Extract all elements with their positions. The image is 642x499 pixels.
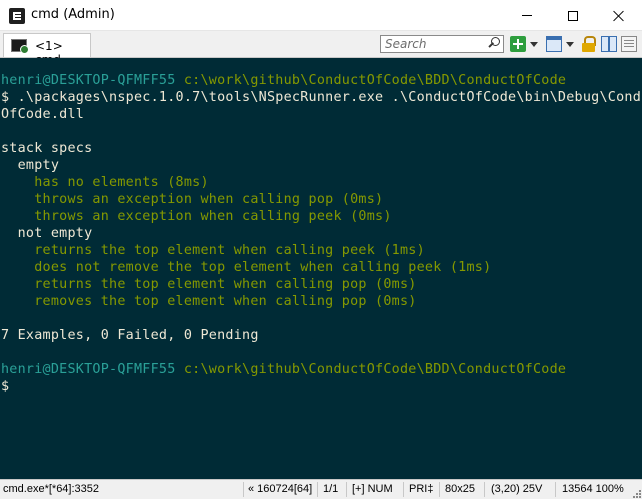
minimize-icon xyxy=(522,15,532,16)
window-icon[interactable] xyxy=(546,36,562,52)
status-flags: [+] NUM xyxy=(352,483,393,495)
terminal-line: throws an exception when calling peek (0… xyxy=(1,208,392,225)
search-input[interactable] xyxy=(381,36,487,52)
status-divider xyxy=(439,482,440,497)
lock-icon[interactable] xyxy=(581,36,597,52)
terminal-text: does not remove the top element when cal… xyxy=(1,260,492,275)
terminal-line: empty xyxy=(1,157,59,174)
toolbar: <1> cmd xyxy=(0,31,642,67)
terminal-text: henri@DESKTOP-QFMFF55 xyxy=(1,362,184,377)
terminal-text: stack specs xyxy=(1,141,93,156)
terminal-line: OfCode.dll xyxy=(1,106,84,123)
terminal-line: returns the top element when calling pee… xyxy=(1,242,425,259)
terminal-line: $ .\packages\nspec.1.0.7\tools\NSpecRunn… xyxy=(1,89,642,106)
status-bar: cmd.exe*[*64]:3352 « 160724[64] 1/1 [+] … xyxy=(0,479,642,499)
search-box[interactable] xyxy=(380,35,504,53)
new-console-icon[interactable] xyxy=(510,36,526,52)
resize-grip-icon[interactable] xyxy=(631,488,641,498)
terminal-line: 7 Examples, 0 Failed, 0 Pending xyxy=(1,327,259,344)
status-divider xyxy=(403,482,404,497)
terminal-text: $ xyxy=(1,379,10,394)
title-bar[interactable]: cmd (Admin) xyxy=(0,0,642,31)
status-priority: PRI‡ xyxy=(409,483,434,495)
terminal-line: stack specs xyxy=(1,140,92,157)
terminal-text: henri@DESKTOP-QFMFF55 xyxy=(1,73,184,88)
terminal-text: has no elements (8ms) xyxy=(1,175,209,190)
close-button[interactable] xyxy=(596,0,642,31)
terminal-line: henri@DESKTOP-QFMFF55 c:\work\github\Con… xyxy=(1,72,566,89)
status-process: cmd.exe*[*64]:3352 xyxy=(3,483,100,495)
maximize-icon xyxy=(568,10,578,21)
status-pid-zoom: 13564 100% xyxy=(562,483,624,495)
status-console-index: 1/1 xyxy=(323,483,339,495)
terminal-line: not empty xyxy=(1,225,93,242)
status-buffer: « 160724[64] xyxy=(248,483,313,495)
tab-cmd[interactable]: <1> cmd xyxy=(3,33,91,67)
terminal-output[interactable]: henri@DESKTOP-QFMFF55 c:\work\github\Con… xyxy=(0,58,642,479)
console-tab-icon xyxy=(11,39,29,54)
terminal-text: 7 Examples, 0 Failed, 0 Pending xyxy=(1,328,259,343)
maximize-button[interactable] xyxy=(550,0,596,31)
status-divider xyxy=(555,482,556,497)
status-divider xyxy=(484,482,485,497)
window-title: cmd (Admin) xyxy=(31,7,115,22)
terminal-line: throws an exception when calling pop (0m… xyxy=(1,191,383,208)
terminal-text: empty xyxy=(1,158,60,173)
terminal-text: not empty xyxy=(1,226,93,241)
terminal-line: henri@DESKTOP-QFMFF55 c:\work\github\Con… xyxy=(1,361,566,378)
minimize-button[interactable] xyxy=(504,0,550,31)
status-divider xyxy=(243,482,244,497)
search-icon[interactable] xyxy=(487,37,500,50)
close-icon xyxy=(613,10,625,22)
status-divider xyxy=(317,482,318,497)
menu-icon[interactable] xyxy=(621,36,637,52)
split-view-icon[interactable] xyxy=(601,36,617,52)
status-size: 80x25 xyxy=(445,483,475,495)
terminal-text: c:\work\github\ConductOfCode\BDD\Conduct… xyxy=(183,362,567,377)
terminal-line: has no elements (8ms) xyxy=(1,174,209,191)
terminal-line: returns the top element when calling pop… xyxy=(1,276,417,293)
terminal-text: removes the top element when calling pop… xyxy=(1,294,417,309)
terminal-text: throws an exception when calling peek (0… xyxy=(1,209,392,224)
terminal-text: c:\work\github\ConductOfCode\BDD\Conduct… xyxy=(183,73,567,88)
terminal-text: returns the top element when calling pee… xyxy=(1,243,425,258)
terminal-line: removes the top element when calling pop… xyxy=(1,293,417,310)
window-dropdown-icon[interactable] xyxy=(566,42,574,47)
terminal-text: OfCode.dll xyxy=(1,107,85,122)
terminal-line: does not remove the top element when cal… xyxy=(1,259,491,276)
status-cursor: (3,20) 25V xyxy=(491,483,543,495)
console-app-icon[interactable] xyxy=(9,8,25,24)
status-divider xyxy=(346,482,347,497)
terminal-text: returns the top element when calling pop… xyxy=(1,277,417,292)
new-console-dropdown-icon[interactable] xyxy=(530,42,538,47)
terminal-text: $ .\packages\nspec.1.0.7\tools\NSpecRunn… xyxy=(1,90,642,105)
terminal-text: throws an exception when calling pop (0m… xyxy=(1,192,384,207)
terminal-line: $ xyxy=(1,378,9,395)
